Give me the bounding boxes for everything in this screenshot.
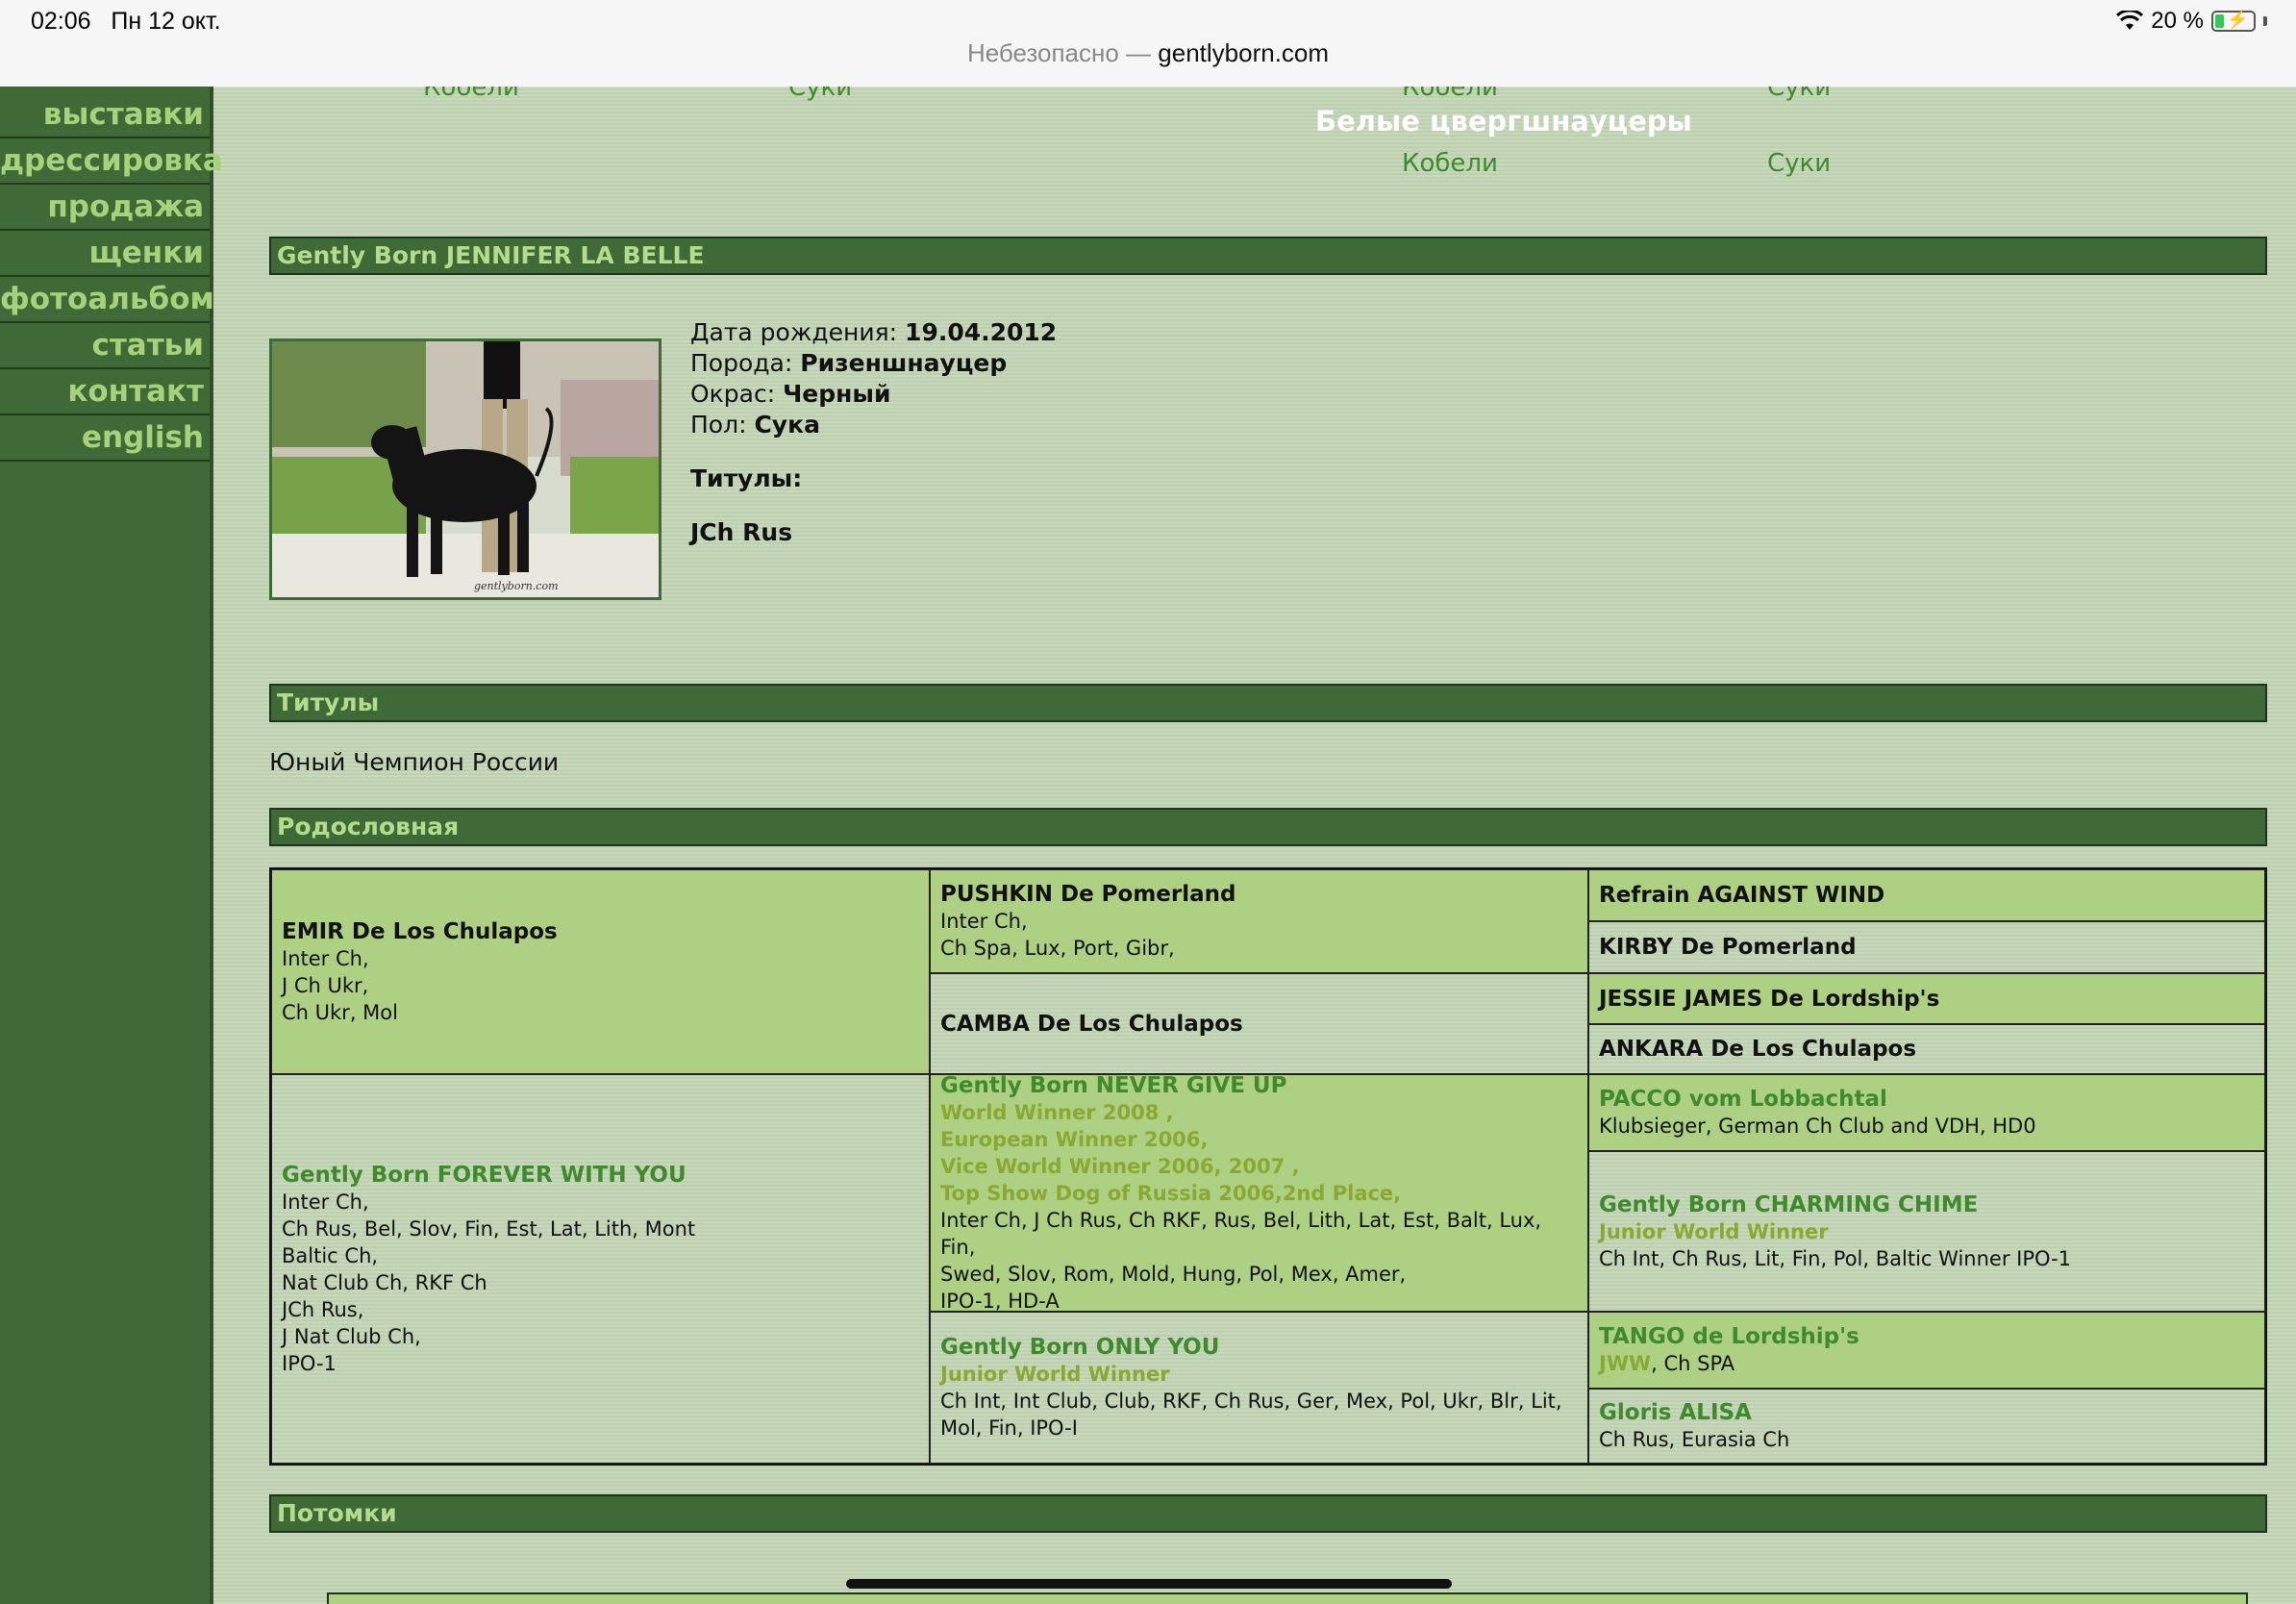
status-date: Пн 12 окт. [111,8,221,35]
pedigree-dam-dam[interactable]: Gently Born ONLY YOU Junior World Winner… [930,1312,1588,1464]
dam-name: Gently Born FOREVER WITH YOU [282,1162,686,1188]
offspring-bar: Потомки [269,1494,2267,1533]
link-white-females[interactable]: Суки [1767,149,1831,178]
status-time: 02:06 Пн 12 окт. [31,8,221,35]
sidebar-item-puppies[interactable]: щенки [0,231,210,277]
birth-value: 19.04.2012 [905,318,1058,346]
pedigree-sire-sire[interactable]: PUSHKIN De Pomerland Inter Ch, Ch Spa, L… [930,869,1588,973]
pedigree-dam-sire[interactable]: Gently Born NEVER GIVE UP World Winner 2… [930,1072,1588,1313]
sidebar-item-training[interactable]: дрессировка [0,138,223,185]
battery-icon: ⚡ [2211,10,2256,32]
dog-photo-image: gentlyborn.com [272,341,659,597]
color-value: Черный [783,380,891,408]
titles-bar: Титулы [269,684,2267,722]
sire-sire-name: PUSHKIN De Pomerland [940,882,1236,907]
pedigree-dam[interactable]: Gently Born FOREVER WITH YOU Inter Ch, C… [271,1074,930,1464]
wifi-icon [2116,11,2144,30]
pedigree-g3-4[interactable]: ANKARA De Los Chulapos [1588,1024,2265,1074]
address-bar[interactable]: Небезопасно — gentlyborn.com [0,38,2296,68]
color-row: Окрас: Черный [690,380,891,408]
insecure-label: Небезопасно — [966,38,1152,67]
sidebar-item-english[interactable]: english [0,415,210,462]
offspring-table [327,1592,2248,1604]
titles-value: JCh Rus [690,518,793,546]
home-indicator[interactable] [846,1579,1452,1589]
dog-info: Дата рождения: 19.04.2012 Порода: Ризенш… [690,317,1057,548]
titles-text: Юный Чемпион России [269,748,560,776]
url-host: gentlyborn.com [1158,38,1330,67]
sidebar-item-articles[interactable]: статьи [0,323,210,369]
dam-dam-name: Gently Born ONLY YOU [940,1335,1220,1360]
white-schnauzer-heading: Белые цвергшнауцеры [1315,105,1692,138]
sidebar-item-sale[interactable]: продажа [0,185,210,231]
pedigree-g3-2[interactable]: KIRBY De Pomerland [1588,921,2265,973]
pedigree-g3-1[interactable]: Refrain AGAINST WIND [1588,869,2265,921]
birth-row: Дата рождения: 19.04.2012 [690,318,1058,346]
browser-status-bar: 02:06 Пн 12 окт. 20 % ⚡ Небезопасно — ge… [0,0,2296,88]
pedigree-g3-7[interactable]: TANGO de Lordship's JWW, Ch SPA [1588,1312,2265,1389]
status-right: 20 % ⚡ [2116,8,2267,35]
sire-name: EMIR De Los Chulapos [282,918,558,944]
photo-watermark: gentlyborn.com [474,580,559,592]
breed-row: Порода: Ризеншнауцер [690,349,1008,377]
sidebar-item-contact[interactable]: контакт [0,369,210,415]
sidebar-item-exhibitions[interactable]: выставки [0,92,210,138]
dog-name-bar: Gently Born JENNIFER LA BELLE [269,237,2267,275]
pedigree-bar: Родословная [269,808,2267,846]
dam-sire-name: Gently Born NEVER GIVE UP [940,1072,1287,1098]
pedigree-g3-8[interactable]: Gloris ALISA Ch Rus, Eurasia Ch [1588,1389,2265,1464]
pedigree-g3-5[interactable]: PACCO vom Lobbachtal Klubsieger, German … [1588,1074,2265,1151]
pedigree-g3-3[interactable]: JESSIE JAMES De Lordship's [1588,973,2265,1024]
pedigree-sire-dam[interactable]: CAMBA De Los Chulapos [930,973,1588,1074]
breed-value: Ризеншнауцер [800,349,1008,377]
pedigree-g3-6[interactable]: Gently Born CHARMING CHIME Junior World … [1588,1151,2265,1312]
pedigree-sire[interactable]: EMIR De Los Chulapos Inter Ch, J Ch Ukr,… [271,869,930,1074]
dog-photo[interactable]: gentlyborn.com [269,338,661,600]
titles-label: Титулы: [690,464,803,492]
battery-percent: 20 % [2151,8,2204,34]
pedigree-table: EMIR De Los Chulapos Inter Ch, J Ch Ukr,… [269,867,2267,1466]
sire-dam-name: CAMBA De Los Chulapos [940,1011,1243,1037]
sidebar-nav: выставки дрессировка продажа щенки фотоа… [0,87,223,1604]
sex-row: Пол: Сука [690,411,820,439]
sidebar-item-photoalbum[interactable]: фотоальбом [0,277,214,323]
link-white-males[interactable]: Кобели [1402,149,1498,178]
sex-value: Сука [754,411,820,439]
